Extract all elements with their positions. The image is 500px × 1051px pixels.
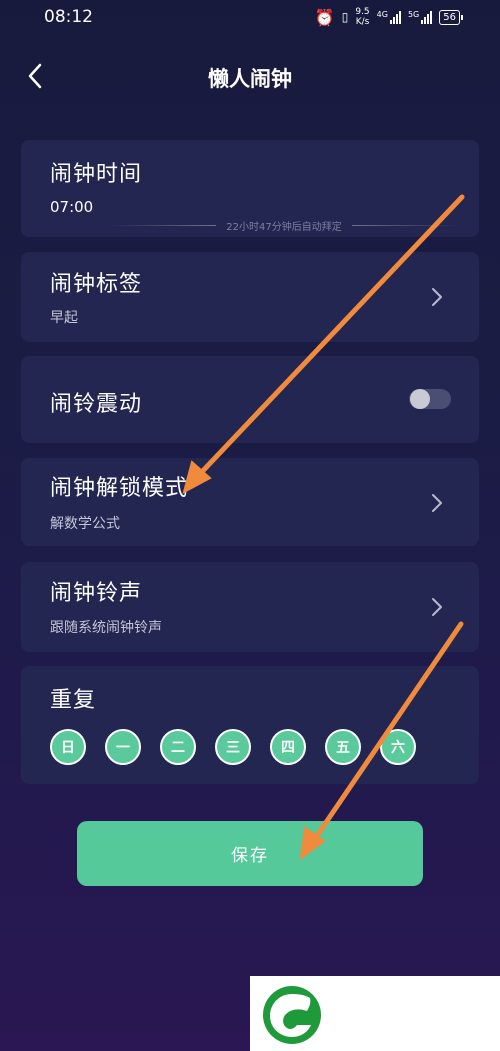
day-wednesday[interactable]: 三 <box>215 729 251 765</box>
day-saturday[interactable]: 六 <box>380 729 416 765</box>
countdown-hint-text: 22小时47分钟后自动拜定 <box>226 221 342 233</box>
annotation-arrow <box>182 194 465 494</box>
signal-icon: 5G <box>408 10 433 24</box>
network-speed: 9.5 K/s <box>355 7 370 27</box>
alarm-time-value: 07:00 <box>50 198 94 216</box>
battery-icon: 56 <box>439 9 463 25</box>
alarm-time-label: 闹钟时间 <box>50 162 143 187</box>
ringtone-card[interactable]: 闹钟铃声 跟随系统闹钟铃声 <box>21 562 479 652</box>
day-friday[interactable]: 五 <box>325 729 361 765</box>
vibration-label: 闹铃震动 <box>50 392 143 417</box>
toggle-knob <box>410 389 430 409</box>
chevron-right-icon <box>432 494 442 512</box>
countdown-hint: 22小时47分钟后自动拜定 <box>109 217 460 233</box>
watermark-logo <box>250 976 500 1051</box>
vibrate-icon: ▯ <box>341 10 349 24</box>
day-tuesday[interactable]: 二 <box>160 729 196 765</box>
save-button[interactable]: 保存 <box>77 821 423 886</box>
alarm-time-card[interactable]: 闹钟时间 07:00 22小时47分钟后自动拜定 <box>21 140 479 237</box>
ringtone-label: 闹钟铃声 <box>50 581 143 606</box>
day-monday[interactable]: 一 <box>105 729 141 765</box>
leaf-logo-icon <box>263 986 321 1044</box>
day-thursday[interactable]: 四 <box>270 729 306 765</box>
unlock-mode-value: 解数学公式 <box>50 516 120 532</box>
repeat-card: 重复 日 一 二 三 四 五 六 <box>21 666 479 784</box>
repeat-days: 日 一 二 三 四 五 六 <box>50 729 416 765</box>
unlock-mode-label: 闹钟解锁模式 <box>50 476 189 501</box>
signal-icon: 4G <box>377 10 401 24</box>
ringtone-value: 跟随系统闹钟铃声 <box>50 620 162 636</box>
chevron-right-icon <box>432 598 442 616</box>
chevron-right-icon <box>432 288 442 306</box>
status-icons: ⏰ ▯ 9.5 K/s 4G 5G 56 <box>314 7 463 27</box>
alarm-tag-card[interactable]: 闹钟标签 早起 <box>21 252 479 342</box>
status-time: 08:12 <box>44 7 93 27</box>
alarm-icon: ⏰ <box>314 7 335 27</box>
vibration-card: 闹铃震动 <box>21 356 479 443</box>
status-bar: 08:12 ⏰ ▯ 9.5 K/s 4G 5G 56 <box>0 0 500 34</box>
page-title: 懒人闹钟 <box>208 67 292 91</box>
alarm-tag-label: 闹钟标签 <box>50 272 143 297</box>
vibration-toggle[interactable] <box>409 389 451 409</box>
repeat-label: 重复 <box>50 688 97 713</box>
day-sunday[interactable]: 日 <box>50 729 86 765</box>
header: 懒人闹钟 <box>0 55 500 99</box>
alarm-tag-value: 早起 <box>50 310 78 326</box>
unlock-mode-card[interactable]: 闹钟解锁模式 解数学公式 <box>21 458 479 546</box>
